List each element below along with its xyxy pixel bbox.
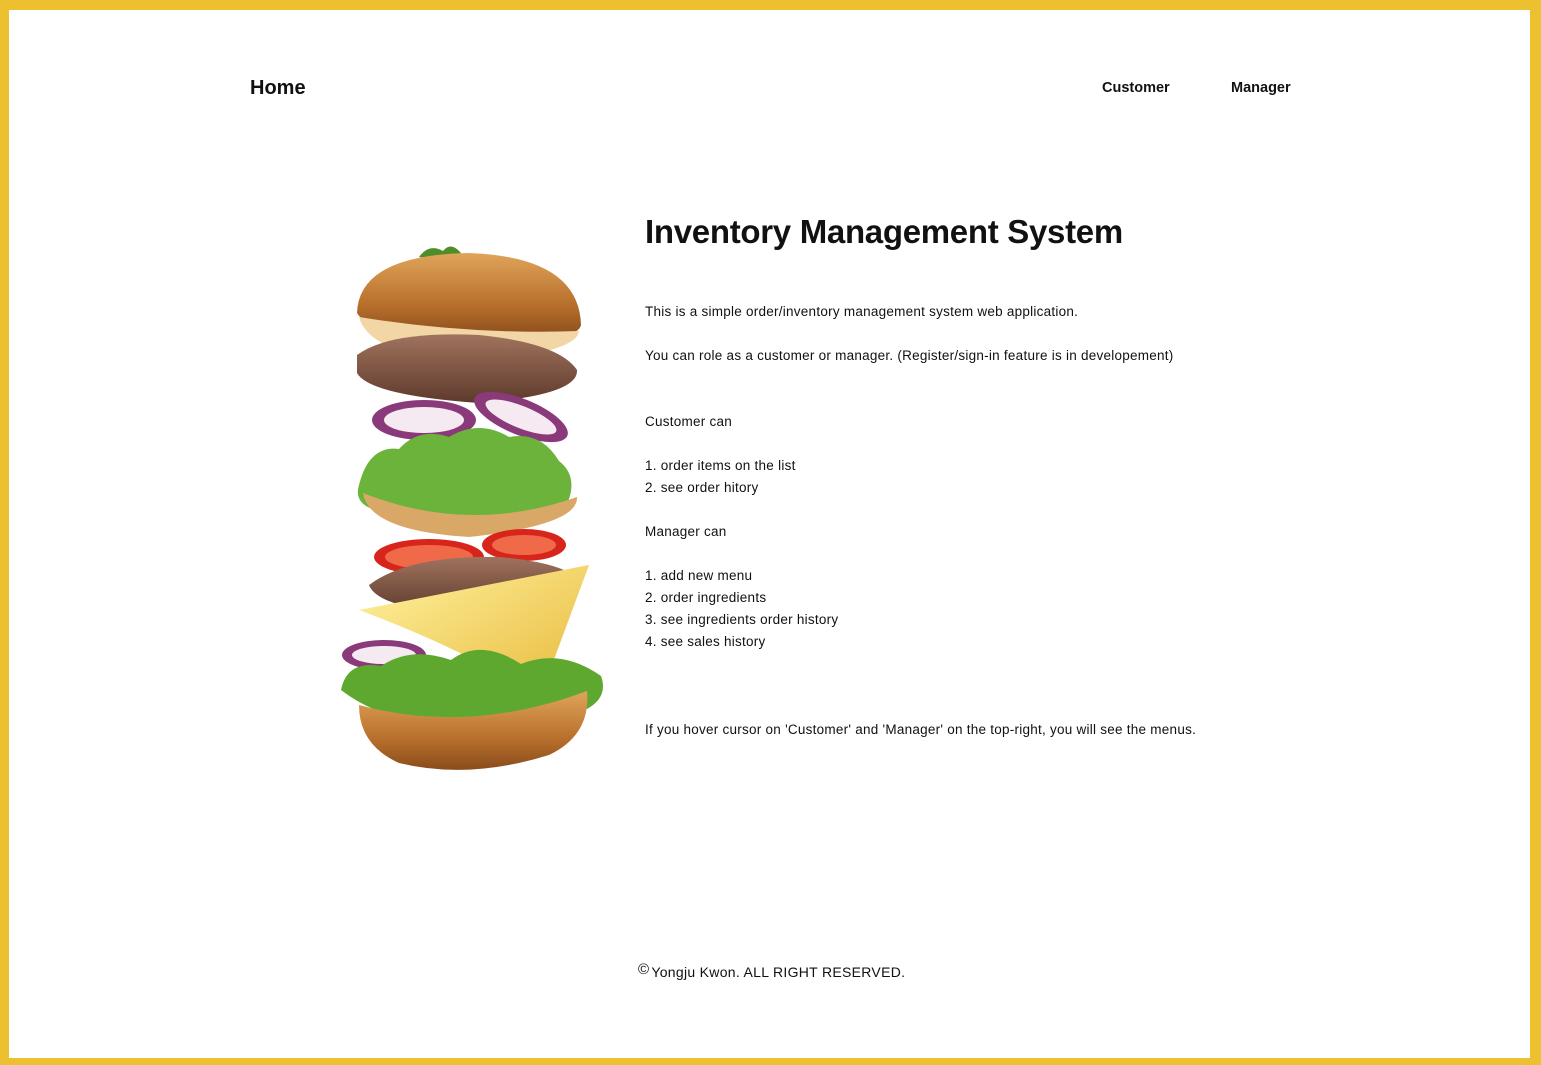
- list-item: 4. see sales history: [645, 634, 766, 649]
- hover-note: If you hover cursor on 'Customer' and 'M…: [645, 722, 1197, 737]
- nav-customer-link[interactable]: Customer: [1102, 80, 1170, 96]
- manager-list: 1. add new menu 2. order ingredients 3. …: [645, 565, 838, 653]
- list-item: 2. see order hitory: [645, 480, 759, 495]
- page-title: Inventory Management System: [645, 213, 1123, 250]
- burger-image: [341, 246, 603, 770]
- list-item: 2. order ingredients: [645, 590, 767, 605]
- main-content: Inventory Management System This is a si…: [645, 213, 1345, 737]
- customer-heading: Customer can: [645, 414, 733, 429]
- customer-list: 1. order items on the list 2. see order …: [645, 455, 796, 499]
- copyright-icon: ©: [638, 961, 650, 978]
- list-item: 1. add new menu: [645, 568, 753, 583]
- intro-text: This is a simple order/inventory managem…: [645, 304, 1079, 319]
- nav-home-link[interactable]: Home: [250, 77, 306, 100]
- page-frame: Home Customer Manager Inventory Manageme…: [9, 10, 1530, 1058]
- nav-manager-link[interactable]: Manager: [1231, 80, 1291, 96]
- list-item: 3. see ingredients order history: [645, 612, 839, 627]
- footer-text: Yongju Kwon. ALL RIGHT RESERVED.: [651, 964, 906, 980]
- list-item: 1. order items on the list: [645, 458, 796, 473]
- role-note: You can role as a customer or manager. (…: [645, 348, 1174, 363]
- footer: © Yongju Kwon. ALL RIGHT RESERVED.: [638, 961, 906, 981]
- manager-heading: Manager can: [645, 524, 727, 539]
